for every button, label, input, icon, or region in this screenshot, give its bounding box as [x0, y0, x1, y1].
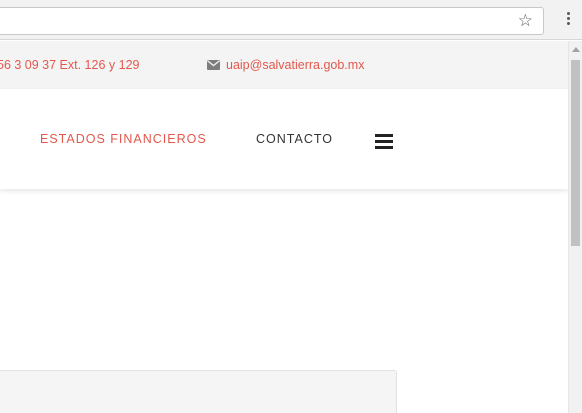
vertical-scrollbar[interactable] [568, 41, 582, 413]
topbar-phone[interactable]: 56 3 09 37 Ext. 126 y 129 [0, 58, 139, 72]
contact-topbar: 56 3 09 37 Ext. 126 y 129 uaip@salvatier… [0, 41, 568, 89]
star-icon[interactable]: ☆ [518, 11, 533, 31]
address-bar[interactable]: ☆ [0, 7, 544, 35]
main-navbar: ESTADOS FINANCIEROS CONTACTO [0, 89, 568, 189]
kebab-menu-icon[interactable] [563, 10, 573, 30]
page-viewport: 56 3 09 37 Ext. 126 y 129 uaip@salvatier… [0, 41, 568, 413]
browser-toolbar: ☆ [0, 0, 582, 40]
nav-item-estados-financieros[interactable]: ESTADOS FINANCIEROS [40, 132, 207, 146]
topbar-email-link[interactable]: uaip@salvatierra.gob.mx [226, 58, 364, 72]
hamburger-icon[interactable] [375, 134, 393, 149]
content-card [0, 370, 397, 413]
nav-item-contacto[interactable]: CONTACTO [256, 132, 333, 146]
scrollbar-thumb[interactable] [571, 60, 580, 246]
envelope-icon [207, 60, 220, 70]
scroll-up-arrow-icon[interactable] [572, 47, 580, 52]
